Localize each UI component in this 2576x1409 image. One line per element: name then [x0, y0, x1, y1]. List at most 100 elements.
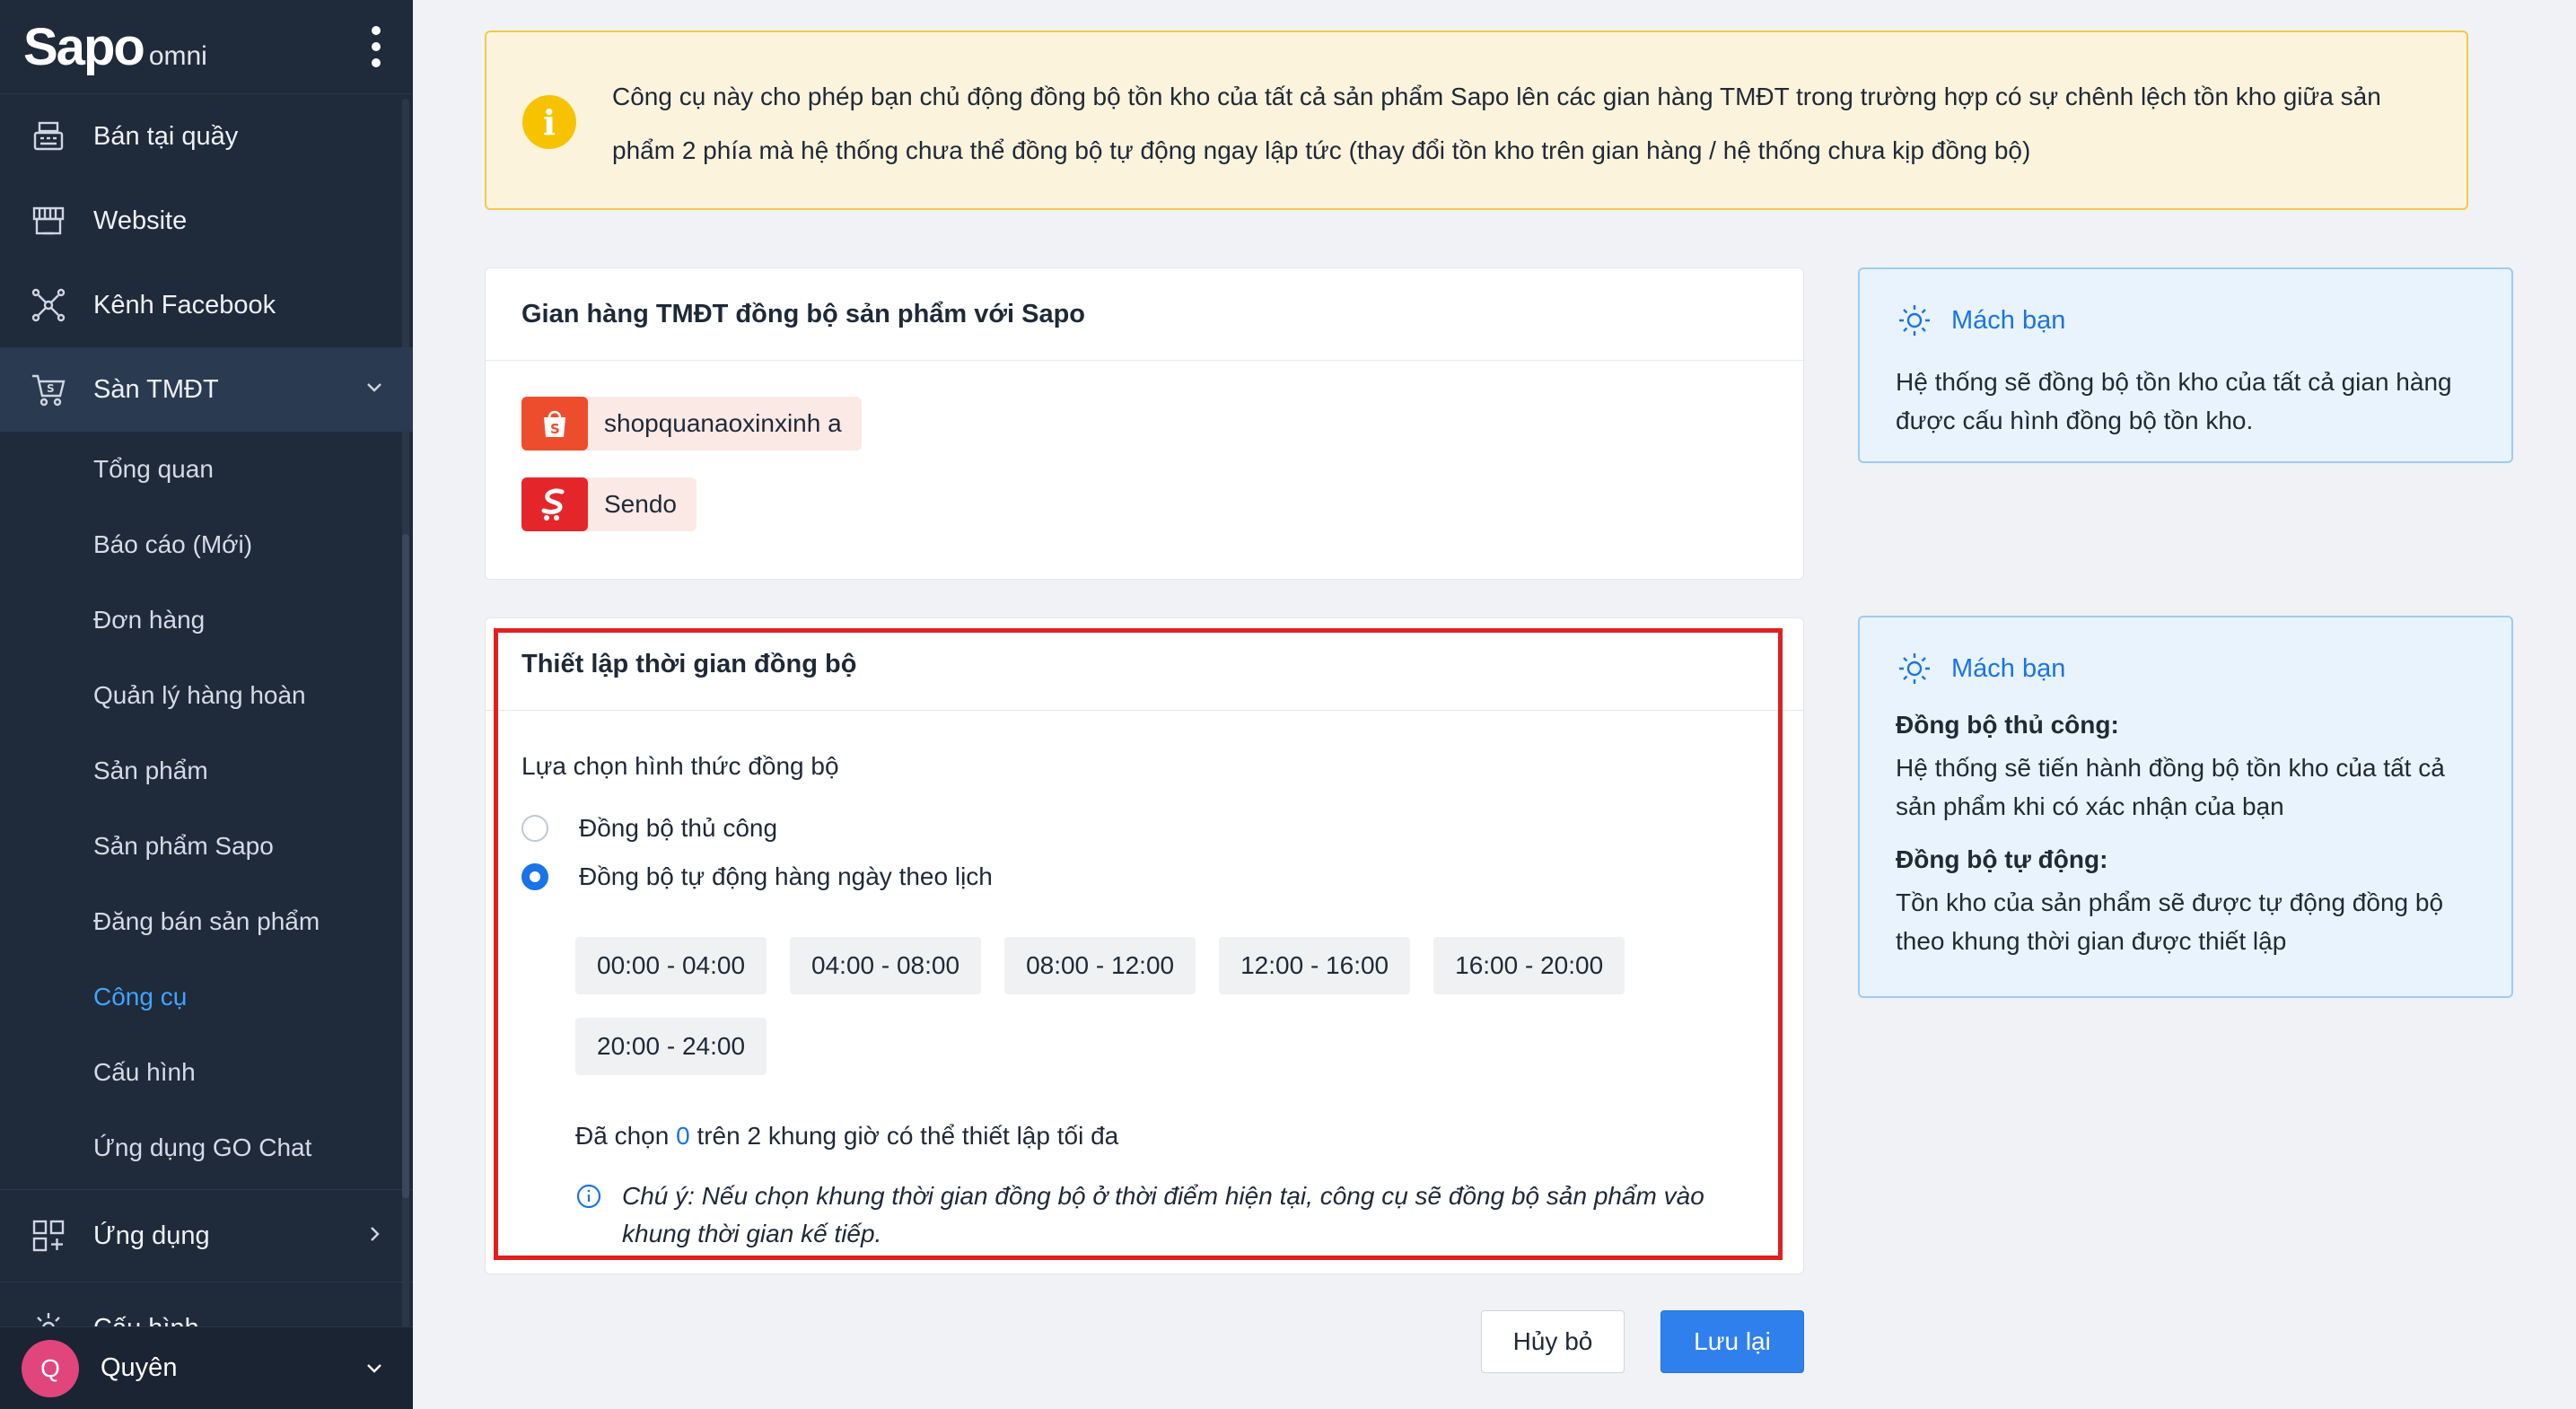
- time-slot[interactable]: 12:00 - 16:00: [1219, 937, 1411, 994]
- sidebar-item-apps[interactable]: Ứng dụng: [0, 1194, 413, 1278]
- time-slot-list: 00:00 - 04:00 04:00 - 08:00 08:00 - 12:0…: [575, 937, 1688, 1075]
- store-card: Gian hàng TMĐT đồng bộ sản phẩm với Sapo…: [485, 267, 1804, 580]
- sidebar-sub-list-products[interactable]: Đăng bán sản phẩm: [0, 884, 413, 959]
- tip-heading: Đồng bộ thủ công:: [1896, 711, 2119, 739]
- sync-settings-card: Thiết lập thời gian đồng bộ Lựa chọn hìn…: [485, 617, 1804, 1274]
- sidebar-item-label: Kênh Facebook: [93, 290, 276, 319]
- avatar: Q: [22, 1339, 79, 1397]
- shopping-cart-icon: S: [31, 372, 66, 407]
- brand-logo[interactable]: Sapo omni: [23, 17, 207, 77]
- store-chip-shopee: S shopquanaoxinxinh a: [521, 397, 862, 451]
- user-name: Quyên: [101, 1353, 178, 1382]
- sidebar-item-ecommerce[interactable]: S Sàn TMĐT: [0, 347, 413, 432]
- tip-block-auto: Đồng bộ tự động: Tồn kho của sản phẩm sẽ…: [1896, 845, 2475, 960]
- more-options-icon[interactable]: [366, 21, 386, 73]
- tip-block-manual: Đồng bộ thủ công: Hệ thống sẽ tiến hành …: [1896, 711, 2475, 826]
- store-name: shopquanaoxinxinh a: [604, 409, 842, 437]
- selected-slot-count: Đã chọn 0 trên 2 khung giờ có thể thiết …: [575, 1122, 1767, 1151]
- sidebar-scrollbar[interactable]: [402, 534, 409, 1198]
- sync-method-label: Lựa chọn hình thức đồng bộ: [521, 752, 839, 780]
- svg-text:S: S: [47, 382, 55, 395]
- info-banner: i Công cụ này cho phép bạn chủ động đồng…: [485, 31, 2468, 210]
- chevron-down-icon[interactable]: [363, 1357, 386, 1380]
- sync-note-text: Chú ý: Nếu chọn khung thời gian đồng bộ …: [622, 1182, 1704, 1247]
- save-button[interactable]: Lưu lại: [1660, 1310, 1804, 1373]
- sidebar-sub-products[interactable]: Sản phẩm: [0, 733, 413, 809]
- radio-label: Đồng bộ thủ công: [579, 814, 778, 842]
- sidebar-sub-label: Báo cáo (Mới): [93, 530, 253, 558]
- time-slot[interactable]: 00:00 - 04:00: [575, 937, 767, 994]
- sidebar-sub-label: Cấu hình: [93, 1058, 196, 1086]
- store-card-title: Gian hàng TMĐT đồng bộ sản phẩm với Sapo: [486, 268, 1803, 361]
- sidebar-item-label: Bán tại quầy: [93, 121, 239, 151]
- sidebar-item-pos[interactable]: Bán tại quầy: [0, 94, 413, 179]
- info-icon: i: [522, 95, 576, 149]
- sidebar-sub-orders[interactable]: Đơn hàng: [0, 582, 413, 658]
- main-content: i Công cụ này cho phép bạn chủ động đồng…: [413, 0, 2576, 1409]
- brand-suffix: omni: [148, 40, 207, 71]
- sidebar-sub-label: Sản phẩm Sapo: [93, 832, 274, 860]
- tip-card-sync: Mách bạn Đồng bộ thủ công: Hệ thống sẽ t…: [1858, 616, 2513, 998]
- sidebar-sub-label: Tổng quan: [93, 455, 214, 483]
- tip-text: Hệ thống sẽ tiến hành đồng bộ tồn kho củ…: [1896, 754, 2445, 820]
- sidebar-sub-returns[interactable]: Quản lý hàng hoàn: [0, 658, 413, 733]
- tip-heading: Đồng bộ tự động:: [1896, 845, 2108, 873]
- sync-body: Lựa chọn hình thức đồng bộ Đồng bộ thủ c…: [486, 711, 1803, 1253]
- apps-grid-icon: [31, 1218, 66, 1254]
- sidebar-sub-label: Sản phẩm: [93, 757, 208, 784]
- sidebar-sub-reports[interactable]: Báo cáo (Mới): [0, 507, 413, 582]
- sidebar-item-label: Sàn TMĐT: [93, 374, 219, 404]
- tip-title: Mách bạn: [1896, 650, 2475, 687]
- storefront-icon: [31, 203, 66, 239]
- cash-register-icon: [31, 118, 66, 154]
- time-slot[interactable]: 16:00 - 20:00: [1433, 937, 1625, 994]
- tip-text: Tồn kho của sản phẩm sẽ được tự động đồn…: [1896, 888, 2444, 955]
- sidebar-sub-label: Đăng bán sản phẩm: [93, 907, 320, 935]
- sidebar-sub-label: Công cụ: [93, 983, 188, 1011]
- store-name: Sendo: [604, 490, 677, 518]
- tip-title-text: Mách bạn: [1951, 653, 2066, 683]
- sidebar-sub-config[interactable]: Cấu hình: [0, 1035, 413, 1110]
- brand-name: Sapo: [23, 17, 145, 76]
- selected-suffix: trên 2 khung giờ có thể thiết lập tối đa: [697, 1122, 1119, 1150]
- radio-auto-sync[interactable]: Đồng bộ tự động hàng ngày theo lịch: [521, 853, 1767, 901]
- selected-count: 0: [676, 1122, 690, 1150]
- radio-manual-sync[interactable]: Đồng bộ thủ công: [521, 804, 1767, 853]
- radio-label: Đồng bộ tự động hàng ngày theo lịch: [579, 862, 993, 890]
- brand-bar: Sapo omni: [0, 0, 413, 94]
- selected-prefix: Đã chọn: [575, 1122, 670, 1150]
- sidebar-sub-label: Đơn hàng: [93, 606, 206, 634]
- sidebar-sub-overview[interactable]: Tổng quan: [0, 432, 413, 507]
- time-slot[interactable]: 04:00 - 08:00: [790, 937, 982, 994]
- user-menu[interactable]: Q Quyên: [0, 1326, 413, 1409]
- sidebar-sub-go-chat[interactable]: Ứng dụng GO Chat: [0, 1110, 413, 1186]
- time-slot[interactable]: 08:00 - 12:00: [1004, 937, 1196, 994]
- sidebar: Sapo omni Bán tại quầy Website Kênh Face…: [0, 0, 413, 1409]
- sync-note: Chú ý: Nếu chọn khung thời gian đồng bộ …: [575, 1177, 1767, 1253]
- svg-text:S: S: [550, 421, 560, 437]
- radio-button[interactable]: [521, 815, 548, 842]
- sidebar-sub-tools[interactable]: Công cụ: [0, 959, 413, 1035]
- tip-card-stores: Mách bạn Hệ thống sẽ đồng bộ tồn kho của…: [1858, 267, 2513, 463]
- sync-card-title: Thiết lập thời gian đồng bộ: [486, 618, 1803, 711]
- sidebar-sub-sapo-products[interactable]: Sản phẩm Sapo: [0, 809, 413, 884]
- cancel-button[interactable]: Hủy bỏ: [1481, 1310, 1625, 1373]
- info-banner-text: Công cụ này cho phép bạn chủ động đồng b…: [612, 83, 2381, 164]
- sidebar-divider: [0, 1189, 413, 1190]
- radio-button-checked[interactable]: [521, 863, 548, 890]
- tip-title-text: Mách bạn: [1951, 305, 2066, 335]
- sidebar-item-facebook[interactable]: Kênh Facebook: [0, 263, 413, 347]
- time-slot[interactable]: 20:00 - 24:00: [575, 1018, 767, 1075]
- chevron-right-icon[interactable]: [363, 1222, 386, 1246]
- chevron-down-icon[interactable]: [363, 376, 386, 399]
- network-icon: [31, 287, 66, 323]
- sidebar-item-label: Ứng dụng: [93, 1221, 210, 1250]
- lightbulb-icon: [1899, 653, 1930, 684]
- sidebar-item-label: Website: [93, 206, 188, 235]
- store-list: S shopquanaoxinxinh a Sendo: [486, 361, 1803, 567]
- sidebar-item-website[interactable]: Website: [0, 179, 413, 263]
- tip-text: Hệ thống sẽ đồng bộ tồn kho của tất cả g…: [1896, 368, 2452, 434]
- sidebar-sub-label: Quản lý hàng hoàn: [93, 681, 306, 709]
- sidebar-sub-label: Ứng dụng GO Chat: [93, 1133, 312, 1161]
- store-chip-sendo: Sendo: [521, 477, 697, 531]
